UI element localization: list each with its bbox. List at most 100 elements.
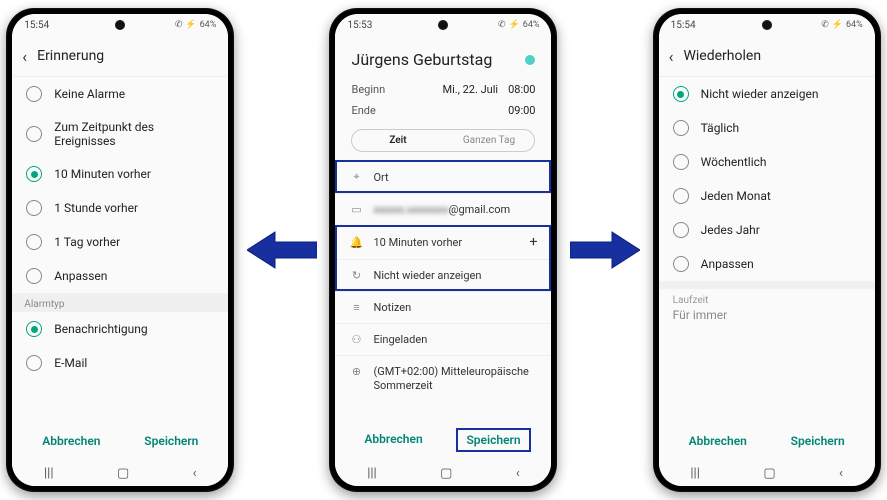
radio-icon xyxy=(26,126,42,142)
repeat-option[interactable]: Anpassen xyxy=(659,247,875,281)
reminder-label: 10 Minuten vorher xyxy=(373,236,462,249)
radio-icon xyxy=(26,355,42,371)
radio-icon xyxy=(673,120,689,136)
reminder-option[interactable]: 10 Minuten vorher xyxy=(12,157,228,191)
navbar: ||| ▢ ‹ xyxy=(12,460,228,486)
end-label: Ende xyxy=(351,104,375,117)
reminder-option[interactable]: Keine Alarme xyxy=(12,77,228,111)
nav-home-icon[interactable]: ▢ xyxy=(117,466,129,481)
reminder-option[interactable]: 1 Stunde vorher xyxy=(12,191,228,225)
repeat-row[interactable]: ↻ Nicht wieder anzeigen xyxy=(335,259,551,291)
navbar: ||| ▢ ‹ xyxy=(335,460,551,486)
cancel-button[interactable]: Abbrechen xyxy=(681,430,755,452)
start-label: Beginn xyxy=(351,83,385,96)
phone-right: 15:54 ✆⚡64% ‹ Wiederholen Nicht wieder a… xyxy=(653,8,881,492)
radio-icon xyxy=(26,200,42,216)
repeat-options: Nicht wieder anzeigen Täglich Wöchentlich J… xyxy=(659,77,875,418)
reminder-label: 1 Tag vorher xyxy=(54,235,120,249)
navbar: ||| ▢ ‹ xyxy=(659,460,875,486)
location-row[interactable]: ⌖ Ort xyxy=(335,160,551,193)
invited-row[interactable]: ⚇ Eingeladen xyxy=(335,323,551,355)
radio-icon xyxy=(26,268,42,284)
timezone-row[interactable]: ⊕ (GMT+02:00) Mitteleuropäische Sommerze… xyxy=(335,355,551,403)
radio-icon xyxy=(26,166,42,182)
alarmtype-label: E-Mail xyxy=(54,356,87,370)
nav-back-icon[interactable]: ‹ xyxy=(839,466,843,481)
repeat-label: Anpassen xyxy=(701,257,754,271)
clock: 15:54 xyxy=(24,20,49,31)
screen-left: 15:54 ✆⚡64% ‹ Erinnerung Keine AlarmeZum… xyxy=(12,14,228,486)
save-button[interactable]: Speichern xyxy=(456,428,530,452)
header: ‹ Wiederholen xyxy=(659,36,875,77)
repeat-option[interactable]: Wöchentlich xyxy=(659,145,875,179)
color-dot[interactable] xyxy=(525,55,535,65)
save-button[interactable]: Speichern xyxy=(783,430,853,452)
duration-label: Laufzeit xyxy=(673,295,861,306)
nav-back-icon[interactable]: ‹ xyxy=(516,466,520,481)
statusbar: 15:53 ✆⚡64% xyxy=(335,14,551,36)
reminder-label: 10 Minuten vorher xyxy=(54,167,151,181)
repeat-label: Täglich xyxy=(701,121,740,135)
repeat-label: Jeden Monat xyxy=(701,189,771,203)
reminder-option[interactable]: 1 Tag vorher xyxy=(12,225,228,259)
arrow-right-icon xyxy=(570,230,640,270)
nav-back-icon[interactable]: ‹ xyxy=(193,466,197,481)
cancel-button[interactable]: Abbrechen xyxy=(34,430,108,452)
alarmtype-option[interactable]: E-Mail xyxy=(12,346,228,380)
reminder-label: Keine Alarme xyxy=(54,87,125,101)
event-title-input[interactable]: Jürgens Geburtstag xyxy=(351,50,492,69)
alarmtype-option[interactable]: Benachrichtigung xyxy=(12,312,228,346)
save-button[interactable]: Speichern xyxy=(136,430,206,452)
back-icon[interactable]: ‹ xyxy=(669,47,674,66)
event-editor: Jürgens Geburtstag Beginn Mi., 22. Juli0… xyxy=(335,36,551,416)
people-icon: ⚇ xyxy=(349,333,363,346)
footer: Abbrechen Speichern xyxy=(335,416,551,460)
status-icons: ✆⚡64% xyxy=(498,20,539,30)
reminder-options: Keine Alarme Zum Zeitpunkt des Ereignisse… xyxy=(12,77,228,418)
nav-recent-icon[interactable]: ||| xyxy=(44,466,54,481)
radio-icon xyxy=(673,86,689,102)
reminder-row[interactable]: 🔔 10 Minuten vorher + xyxy=(335,225,551,259)
clock: 15:54 xyxy=(671,20,696,31)
arrow-left-icon xyxy=(247,230,317,270)
footer: Abbrechen Speichern xyxy=(12,418,228,460)
end-row[interactable]: Ende 09:00 xyxy=(335,100,551,121)
reminder-option[interactable]: Zum Zeitpunkt des Ereignisses xyxy=(12,111,228,157)
nav-recent-icon[interactable]: ||| xyxy=(367,466,377,481)
footer: Abbrechen Speichern xyxy=(659,418,875,460)
screen-middle: 15:53 ✆⚡64% Jürgens Geburtstag Beginn Mi… xyxy=(335,14,551,486)
statusbar: 15:54 ✆⚡64% xyxy=(659,14,875,36)
screen-right: 15:54 ✆⚡64% ‹ Wiederholen Nicht wieder a… xyxy=(659,14,875,486)
repeat-label: Nicht wieder anzeigen xyxy=(373,269,481,282)
phone-middle: 15:53 ✆⚡64% Jürgens Geburtstag Beginn Mi… xyxy=(329,8,557,492)
back-icon[interactable]: ‹ xyxy=(22,47,27,66)
location-icon: ⌖ xyxy=(349,170,363,184)
bell-icon: 🔔 xyxy=(349,236,363,249)
reminder-label: Anpassen xyxy=(54,269,107,283)
repeat-label: Wöchentlich xyxy=(701,155,767,169)
seg-time[interactable]: Zeit xyxy=(352,130,443,151)
alarmtype-label: Benachrichtigung xyxy=(54,322,147,336)
time-allday-toggle[interactable]: Zeit Ganzen Tag xyxy=(351,129,535,152)
add-icon[interactable]: + xyxy=(530,234,538,250)
repeat-option[interactable]: Täglich xyxy=(659,111,875,145)
clock: 15:53 xyxy=(347,20,372,31)
notes-row[interactable]: ≡ Notizen xyxy=(335,291,551,323)
location-label: Ort xyxy=(373,171,388,184)
duration-value: Für immer xyxy=(673,306,861,322)
repeat-option[interactable]: Jedes Jahr xyxy=(659,213,875,247)
calendar-icon: ▭ xyxy=(349,203,363,216)
nav-recent-icon[interactable]: ||| xyxy=(690,466,700,481)
repeat-option[interactable]: Jeden Monat xyxy=(659,179,875,213)
cancel-button[interactable]: Abbrechen xyxy=(356,428,430,452)
start-row[interactable]: Beginn Mi., 22. Juli08:00 xyxy=(335,79,551,100)
duration-row[interactable]: Laufzeit Für immer xyxy=(659,289,875,328)
repeat-option[interactable]: Nicht wieder anzeigen xyxy=(659,77,875,111)
nav-home-icon[interactable]: ▢ xyxy=(763,466,775,481)
reminder-option[interactable]: Anpassen xyxy=(12,259,228,293)
nav-home-icon[interactable]: ▢ xyxy=(440,466,452,481)
reminder-label: Zum Zeitpunkt des Ereignisses xyxy=(54,120,214,148)
seg-allday[interactable]: Ganzen Tag xyxy=(443,130,534,151)
account-row[interactable]: ▭ xxxxxx.xxxxxxxx@gmail.com xyxy=(335,193,551,225)
repeat-icon: ↻ xyxy=(349,269,363,282)
